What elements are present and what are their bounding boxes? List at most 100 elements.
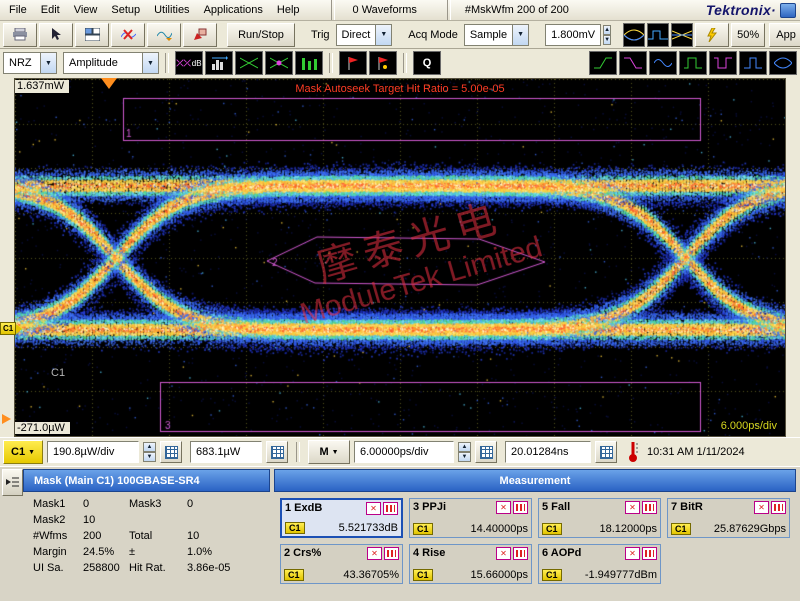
pulse-green-icon[interactable] <box>679 51 707 75</box>
autoset-lightning-icon[interactable] <box>695 22 730 47</box>
pulse-magenta-icon[interactable] <box>709 51 737 75</box>
horizontal-position-field[interactable]: 20.01284ns <box>505 441 591 463</box>
measurement-cell[interactable]: 3 PPJi ✕ C1 14.40000ps <box>409 498 532 538</box>
trigger-level-value: 1.800mV <box>551 28 596 41</box>
mask-stat-label: Hit Rat. <box>129 562 166 574</box>
measurement-stats-icon[interactable] <box>771 501 786 514</box>
keypad-icon[interactable] <box>266 441 288 463</box>
keypad-icon[interactable] <box>595 441 617 463</box>
graticule[interactable]: Mask Autoseek Target Hit Ratio = 5.00e-0… <box>14 78 786 437</box>
corner-icon[interactable] <box>780 2 796 18</box>
mask-panel-header[interactable]: Mask (Main C1) 100GBASE-SR4 <box>23 469 270 492</box>
measurement-stats-icon[interactable] <box>513 547 528 560</box>
flag-red2-icon[interactable] <box>369 51 397 75</box>
overlay-wfm-icon[interactable] <box>671 22 694 47</box>
delete-measurement-icon[interactable]: ✕ <box>625 501 640 514</box>
vertical-offset-field[interactable]: 683.1µW <box>190 441 262 463</box>
measurement-label: 3 PPJi <box>413 501 447 513</box>
measurement-label: 1 ExdB <box>285 502 323 514</box>
eye-diagram-canvas[interactable] <box>15 79 785 436</box>
trigger-position-marker[interactable] <box>101 78 117 89</box>
horizontal-scale-stepper[interactable]: ▲ ▼ <box>458 442 471 462</box>
mask-stat-value <box>187 514 270 526</box>
measurement-stats-icon[interactable] <box>383 502 398 515</box>
measurement-cell[interactable]: 5 Fall ✕ C1 18.12000ps <box>538 498 661 538</box>
source-badge: C1 <box>671 523 691 535</box>
sine-blue-icon[interactable] <box>649 51 677 75</box>
delete-measurement-icon[interactable]: ✕ <box>625 547 640 560</box>
menu-view[interactable]: View <box>67 2 105 18</box>
measurement-cell[interactable]: 4 Rise ✕ C1 15.66000ps <box>409 544 532 584</box>
measurement-stats-icon[interactable] <box>513 501 528 514</box>
acq-mode-select[interactable]: Sample ▼ <box>463 23 530 46</box>
measurement-stats-icon[interactable] <box>384 547 399 560</box>
vertical-bars-icon[interactable] <box>295 51 323 75</box>
print-icon[interactable] <box>3 22 37 47</box>
trigger-level-input[interactable]: 1.800mV <box>545 23 602 46</box>
trigger-source-select[interactable]: Direct ▼ <box>335 23 393 46</box>
measurement-label: 6 AOPd <box>542 547 582 559</box>
delete-measurement-icon[interactable]: ✕ <box>366 502 381 515</box>
rise-green-icon[interactable] <box>589 51 617 75</box>
signal-type-select[interactable]: NRZ ▼ <box>3 52 57 74</box>
keypad-icon[interactable] <box>160 441 182 463</box>
histogram-icon[interactable] <box>205 51 233 75</box>
delete-measurement-icon[interactable]: ✕ <box>496 547 511 560</box>
pulse-blue-icon[interactable] <box>739 51 767 75</box>
divider <box>329 53 333 73</box>
tile-windows-icon[interactable] <box>75 22 109 47</box>
menu-setup[interactable]: Setup <box>104 2 147 18</box>
measurement-label: 5 Fall <box>542 501 571 513</box>
datetime-label: 10:31 AM 1/11/2024 <box>647 446 745 458</box>
keypad-icon[interactable] <box>475 441 497 463</box>
q-factor-button[interactable]: Q <box>413 51 441 75</box>
menu-applications[interactable]: Applications <box>197 2 270 18</box>
rise-magenta-icon[interactable] <box>619 51 647 75</box>
extinction-db-icon[interactable]: ⤫⤫ dB <box>175 51 203 75</box>
measurement-panel-header[interactable]: Measurement <box>274 469 796 492</box>
mask-stat-value: 24.5% <box>83 546 115 558</box>
clear-data-icon[interactable] <box>111 22 145 47</box>
delete-measurement-icon[interactable]: ✕ <box>496 501 511 514</box>
panel-selector-button[interactable] <box>2 469 23 496</box>
measurement-cell[interactable]: 6 AOPd ✕ C1 -1.949777dBm <box>538 544 661 584</box>
measurement-stats-icon[interactable] <box>642 501 657 514</box>
flag-red-icon[interactable] <box>339 51 367 75</box>
menu-help[interactable]: Help <box>270 2 307 18</box>
eye-blue-icon[interactable] <box>769 51 797 75</box>
eye-diagram-icon[interactable] <box>623 22 646 47</box>
mask-test-icon[interactable] <box>235 51 263 75</box>
channel-select-button[interactable]: C1 ▼ <box>3 440 43 464</box>
trigger-level-stepper[interactable]: ▲ ▼ <box>603 24 612 45</box>
measurement-cell[interactable]: 7 BitR ✕ C1 25.87629Gbps <box>667 498 790 538</box>
menu-file[interactable]: File <box>2 2 34 18</box>
mask-stats-grid: Mask1 0 Mask3 0 Mask2 10 #Wfms 200 Total… <box>23 492 270 574</box>
divider <box>330 0 335 20</box>
measurement-stats-icon[interactable] <box>642 547 657 560</box>
menu-edit[interactable]: Edit <box>34 2 67 18</box>
measurement-cell[interactable]: 1 ExdB ✕ C1 5.521733dB <box>280 498 403 538</box>
fifty-percent-button[interactable]: 50% <box>731 22 766 47</box>
timebase-select-button[interactable]: M ▼ <box>308 440 350 464</box>
source-badge: C1 <box>413 523 433 535</box>
vertical-scale-field[interactable]: 190.8µW/div <box>47 441 139 463</box>
ground-marker-icon[interactable] <box>2 414 11 424</box>
waveform-display-area: Mask Autoseek Target Hit Ratio = 5.00e-0… <box>0 76 800 437</box>
measure-category-select[interactable]: Amplitude ▼ <box>63 52 159 74</box>
channel-reference-marker[interactable]: C1 <box>0 322 23 335</box>
mask-stat-label <box>129 514 187 526</box>
annotate-icon[interactable] <box>183 22 217 47</box>
menu-utilities[interactable]: Utilities <box>147 2 196 18</box>
mask-margin-icon[interactable] <box>265 51 293 75</box>
pulse-wfm-icon[interactable] <box>647 22 670 47</box>
measurement-cell[interactable]: 2 Crs% ✕ C1 43.36705% <box>280 544 403 584</box>
run-stop-button[interactable]: Run/Stop <box>227 22 295 47</box>
waveform-refresh-icon[interactable] <box>147 22 181 47</box>
delete-measurement-icon[interactable]: ✕ <box>367 547 382 560</box>
app-button[interactable]: App <box>769 22 800 47</box>
horizontal-scale-field[interactable]: 6.00000ps/div <box>354 441 454 463</box>
pointer-icon[interactable] <box>39 22 73 47</box>
delete-measurement-icon[interactable]: ✕ <box>754 501 769 514</box>
vertical-scale-stepper[interactable]: ▲ ▼ <box>143 442 156 462</box>
chevron-down-icon: ▼ <box>512 24 529 45</box>
